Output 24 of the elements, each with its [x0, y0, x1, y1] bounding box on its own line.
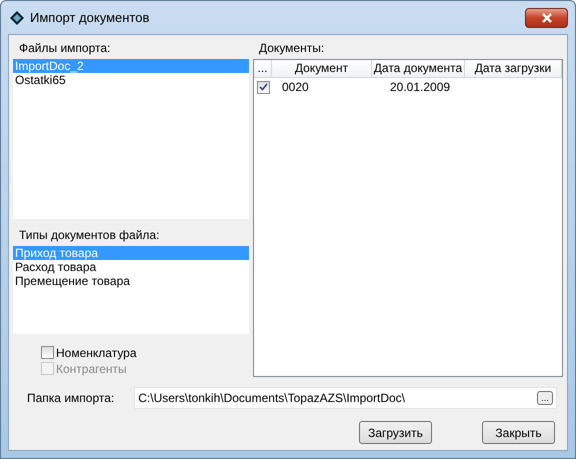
close-button[interactable] — [525, 8, 568, 28]
list-label: Типы документов файла: — [18, 228, 160, 244]
checkbox[interactable]: Номенклатура — [13, 344, 249, 361]
column-header[interactable]: Документ — [272, 60, 372, 78]
list-item[interactable]: Премещение товара — [13, 274, 249, 288]
table-cell-text: 20.01.2009 — [389, 80, 452, 94]
column-header[interactable]: Дата загрузки — [465, 60, 562, 78]
browse-button[interactable]: ... — [537, 391, 553, 405]
close-dialog-button[interactable]: Закрыть — [482, 421, 555, 444]
checkbox-icon[interactable] — [41, 346, 54, 359]
app-icon — [10, 10, 24, 24]
checkbox-icon[interactable] — [257, 80, 270, 94]
list-label: Файлы импорта: — [18, 41, 112, 57]
load-button[interactable]: Загрузить — [359, 421, 432, 444]
close-icon — [540, 12, 552, 22]
table-cell-text: 0020 — [281, 80, 310, 94]
list-item[interactable]: Расход товара — [13, 260, 249, 274]
list-item[interactable]: Ostatki65 — [13, 73, 249, 87]
column-header[interactable]: ... — [254, 60, 272, 78]
folder-field[interactable]: C:\Users\tonkih\Documents\TopazAZS\ImportDoc\ ... — [134, 387, 557, 409]
field-label: Папка импорта: — [27, 391, 114, 405]
column-header[interactable]: Дата документа — [372, 60, 465, 78]
window-title: Импорт документов — [30, 10, 150, 25]
grid-label: Документы: — [258, 41, 326, 57]
